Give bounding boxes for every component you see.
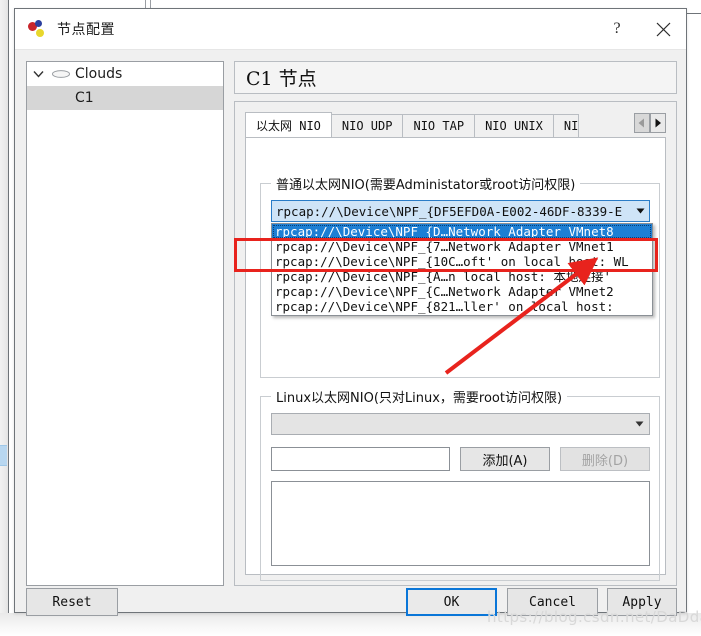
background-left-panel bbox=[0, 0, 8, 636]
tree-item-clouds[interactable]: Clouds bbox=[27, 62, 223, 86]
node-tree-panel[interactable]: Clouds C1 bbox=[26, 61, 224, 586]
tab-nio-udp-label: NIO UDP bbox=[341, 119, 393, 133]
tree-item-c1[interactable]: C1 bbox=[27, 86, 223, 110]
tab-page-ethernet-nio: 普通以太网NIO(需要Administator或root访问权限) rpcap:… bbox=[245, 137, 666, 581]
cloud-icon bbox=[49, 68, 73, 80]
tab-strip: 以太网 NIO NIO UDP NIO TAP NIO UNIX NI bbox=[245, 112, 666, 138]
ethernet-device-combobox-value: rpcap://\Device\NPF_{DF5EFD0A-E002-46DF-… bbox=[276, 203, 623, 219]
watermark: https://blog.csdn.net/DaDdai bbox=[487, 608, 701, 626]
tab-scroll-right-icon[interactable] bbox=[650, 113, 666, 133]
linux-device-list[interactable] bbox=[271, 481, 650, 566]
ethernet-device-dropdown[interactable]: rpcap://\Device\NPF_{D…Network Adapter V… bbox=[271, 223, 653, 316]
page-title-text: C1 节点 bbox=[246, 68, 317, 90]
help-icon[interactable]: ? bbox=[594, 9, 640, 49]
add-button[interactable]: 添加(A) bbox=[460, 447, 550, 471]
window-title: 节点配置 bbox=[57, 22, 115, 38]
linux-nio-group-legend: Linux以太网NIO(只对Linux，需要root访问权限) bbox=[271, 387, 568, 406]
chevron-down-icon[interactable] bbox=[27, 70, 49, 78]
title-bar: 节点配置 ? bbox=[15, 9, 686, 49]
tab-nio-unix[interactable]: NIO UNIX bbox=[474, 114, 554, 138]
tab-container: 以太网 NIO NIO UDP NIO TAP NIO UNIX NI 普通以太… bbox=[234, 101, 677, 586]
dropdown-option[interactable]: rpcap://\Device\NPF_{7…Network Adapter V… bbox=[272, 239, 652, 254]
balloons-icon bbox=[27, 19, 47, 39]
tab-scroll-buttons bbox=[634, 113, 666, 133]
dropdown-option[interactable]: rpcap://\Device\NPF_{C…Network Adapter V… bbox=[272, 284, 652, 299]
dropdown-option[interactable]: rpcap://\Device\NPF_{D…Network Adapter V… bbox=[272, 224, 652, 239]
linux-nio-input-row: 添加(A) 删除(D) bbox=[271, 447, 650, 471]
background-selected-item bbox=[0, 445, 7, 466]
tab-scroll-left-icon[interactable] bbox=[634, 113, 650, 133]
chevron-down-icon[interactable] bbox=[631, 201, 649, 221]
tab-ethernet-nio[interactable]: 以太网 NIO bbox=[245, 112, 332, 138]
ethernet-nio-group-legend: 普通以太网NIO(需要Administator或root访问权限) bbox=[271, 174, 581, 193]
title-bar-buttons: ? bbox=[594, 9, 686, 49]
linux-nio-group: Linux以太网NIO(只对Linux，需要root访问权限) 添加(A) 删除 bbox=[260, 387, 660, 581]
tab-nio-tap[interactable]: NIO TAP bbox=[402, 114, 476, 138]
tab-nio-udp[interactable]: NIO UDP bbox=[330, 114, 404, 138]
tab-ethernet-nio-label: 以太网 NIO bbox=[256, 118, 321, 133]
ok-button[interactable]: OK bbox=[406, 588, 497, 616]
add-button-label: 添加(A) bbox=[482, 453, 528, 469]
help-glyph: ? bbox=[613, 20, 621, 37]
tab-nio-overflow-label: NI bbox=[563, 119, 579, 133]
background-divider-left bbox=[8, 0, 9, 636]
node-configuration-dialog: 节点配置 ? Clouds C1 C1 节点 以太网 NIO NIO UDP N… bbox=[14, 8, 687, 616]
title-bar-separator bbox=[15, 49, 686, 50]
tab-nio-unix-label: NIO UNIX bbox=[485, 119, 543, 133]
ethernet-device-combobox[interactable]: rpcap://\Device\NPF_{DF5EFD0A-E002-46DF-… bbox=[271, 200, 650, 222]
reset-button[interactable]: Reset bbox=[26, 588, 118, 616]
dropdown-option[interactable]: rpcap://\Device\NPF_{A…n local host: 本地连… bbox=[272, 269, 652, 284]
dropdown-option[interactable]: rpcap://\Device\NPF_{10C…oft' on local h… bbox=[272, 254, 652, 269]
linux-device-input[interactable] bbox=[271, 447, 450, 471]
close-icon[interactable] bbox=[640, 9, 686, 49]
tab-nio-overflow[interactable]: NI bbox=[552, 114, 580, 138]
linux-device-combobox[interactable] bbox=[271, 413, 650, 435]
ok-button-label: OK bbox=[443, 594, 460, 610]
ethernet-nio-group: 普通以太网NIO(需要Administator或root访问权限) rpcap:… bbox=[260, 174, 660, 378]
tab-nio-tap-label: NIO TAP bbox=[413, 119, 465, 133]
page-title: C1 节点 bbox=[234, 61, 677, 94]
reset-button-label: Reset bbox=[52, 594, 92, 610]
tree-item-clouds-label: Clouds bbox=[75, 66, 123, 82]
delete-button-label: 删除(D) bbox=[581, 453, 629, 469]
chevron-down-icon[interactable] bbox=[629, 421, 649, 427]
tree-item-c1-label: C1 bbox=[75, 90, 94, 106]
dropdown-option[interactable]: rpcap://\Device\NPF_{821…ller' on local … bbox=[272, 299, 652, 314]
delete-button[interactable]: 删除(D) bbox=[560, 447, 650, 471]
